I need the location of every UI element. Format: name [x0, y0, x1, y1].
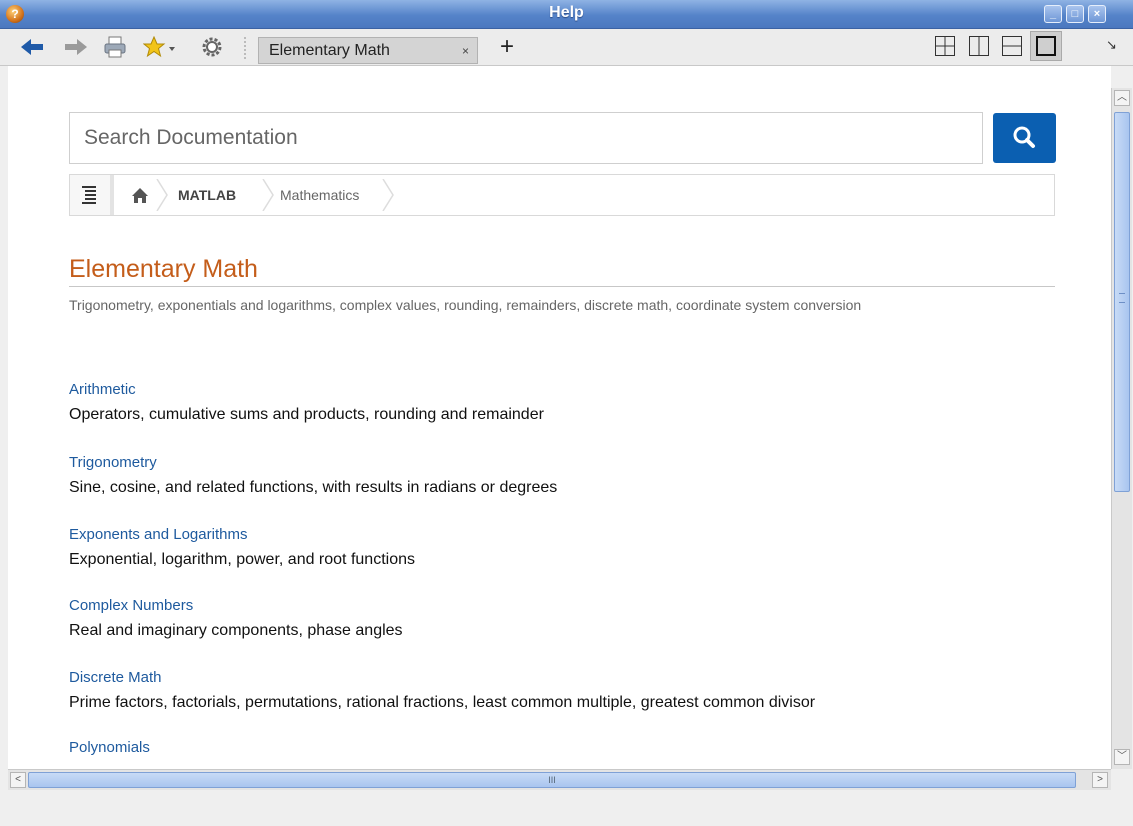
search-icon	[1013, 126, 1035, 148]
list-item: Exponents and Logarithms Exponential, lo…	[69, 526, 415, 569]
layout-split-horizontal-icon[interactable]	[1002, 36, 1022, 56]
back-arrow-icon[interactable]	[20, 35, 44, 59]
layout-grid-icon[interactable]	[935, 36, 955, 56]
minimize-icon[interactable]: _	[1044, 5, 1062, 23]
topic-link-polynomials[interactable]: Polynomials	[69, 739, 150, 756]
toolbar: Elementary Math × + ↘	[0, 29, 1133, 66]
scroll-right-icon[interactable]: >	[1092, 772, 1108, 788]
horizontal-scrollbar[interactable]: < III >	[8, 769, 1111, 790]
undock-arrow-icon[interactable]: ↘	[1106, 37, 1117, 53]
breadcrumb-mathematics[interactable]: Mathematics	[280, 187, 359, 203]
topic-link-discrete-math[interactable]: Discrete Math	[69, 669, 815, 686]
search-input[interactable]	[82, 113, 966, 163]
layout-single-button[interactable]	[1030, 31, 1062, 61]
forward-arrow-icon[interactable]	[64, 35, 88, 59]
list-item: Trigonometry Sine, cosine, and related f…	[69, 454, 557, 497]
scroll-grip	[1119, 293, 1125, 303]
topic-link-exponents-and-logarithms[interactable]: Exponents and Logarithms	[69, 526, 415, 543]
horizontal-scroll-thumb[interactable]: III	[28, 772, 1076, 788]
page-subtitle: Trigonometry, exponentials and logarithm…	[69, 297, 862, 313]
scroll-grip: III	[548, 775, 556, 785]
search-box	[69, 112, 983, 164]
vertical-scrollbar[interactable]: ︿ ﹀	[1111, 88, 1132, 769]
tab-label: Elementary Math	[269, 42, 390, 59]
search-button[interactable]	[993, 113, 1056, 163]
new-tab-button[interactable]: +	[500, 33, 514, 61]
table-of-contents-button[interactable]	[70, 175, 114, 215]
page-title: Elementary Math	[69, 255, 258, 283]
list-item: Polynomials	[69, 739, 150, 756]
topic-description: Exponential, logarithm, power, and root …	[69, 551, 415, 568]
window-titlebar: ? Help _ □ ×	[0, 0, 1133, 29]
home-icon[interactable]	[130, 185, 150, 210]
topic-description: Sine, cosine, and related functions, wit…	[69, 479, 558, 496]
scroll-left-icon[interactable]: <	[10, 772, 26, 788]
breadcrumb-matlab[interactable]: MATLAB	[178, 187, 236, 203]
vertical-scroll-thumb[interactable]	[1114, 112, 1130, 492]
print-icon[interactable]	[103, 35, 127, 59]
toolbar-separator	[244, 37, 250, 59]
window-title: Help	[549, 4, 584, 21]
help-content: MATLAB Mathematics Elementary Math Trigo…	[8, 66, 1111, 769]
list-item: Discrete Math Prime factors, factorials,…	[69, 669, 815, 712]
tab-elementary-math[interactable]: Elementary Math ×	[258, 37, 478, 64]
layout-single-icon	[1036, 36, 1056, 56]
breadcrumb-separator	[156, 179, 168, 211]
title-divider	[69, 286, 1055, 287]
favorites-star-icon[interactable]	[143, 35, 179, 59]
topic-description: Prime factors, factorials, permutations,…	[69, 694, 816, 711]
breadcrumb-separator	[382, 179, 394, 211]
topic-description: Operators, cumulative sums and products,…	[69, 406, 544, 423]
table-of-contents-icon	[82, 186, 96, 204]
status-bar	[0, 790, 1133, 826]
gear-icon[interactable]	[200, 35, 224, 59]
list-item: Arithmetic Operators, cumulative sums an…	[69, 381, 544, 424]
maximize-icon[interactable]: □	[1066, 5, 1084, 23]
list-item: Complex Numbers Real and imaginary compo…	[69, 597, 403, 640]
topic-link-trigonometry[interactable]: Trigonometry	[69, 454, 557, 471]
scroll-down-icon[interactable]: ﹀	[1114, 749, 1130, 765]
tab-close-icon[interactable]: ×	[462, 44, 469, 58]
topic-link-complex-numbers[interactable]: Complex Numbers	[69, 597, 403, 614]
topic-description: Real and imaginary components, phase ang…	[69, 622, 403, 639]
layout-split-vertical-icon[interactable]	[969, 36, 989, 56]
close-icon[interactable]: ×	[1088, 5, 1106, 23]
scroll-up-icon[interactable]: ︿	[1114, 90, 1130, 106]
topic-link-arithmetic[interactable]: Arithmetic	[69, 381, 544, 398]
breadcrumb: MATLAB Mathematics	[69, 174, 1055, 216]
breadcrumb-separator	[262, 179, 274, 211]
